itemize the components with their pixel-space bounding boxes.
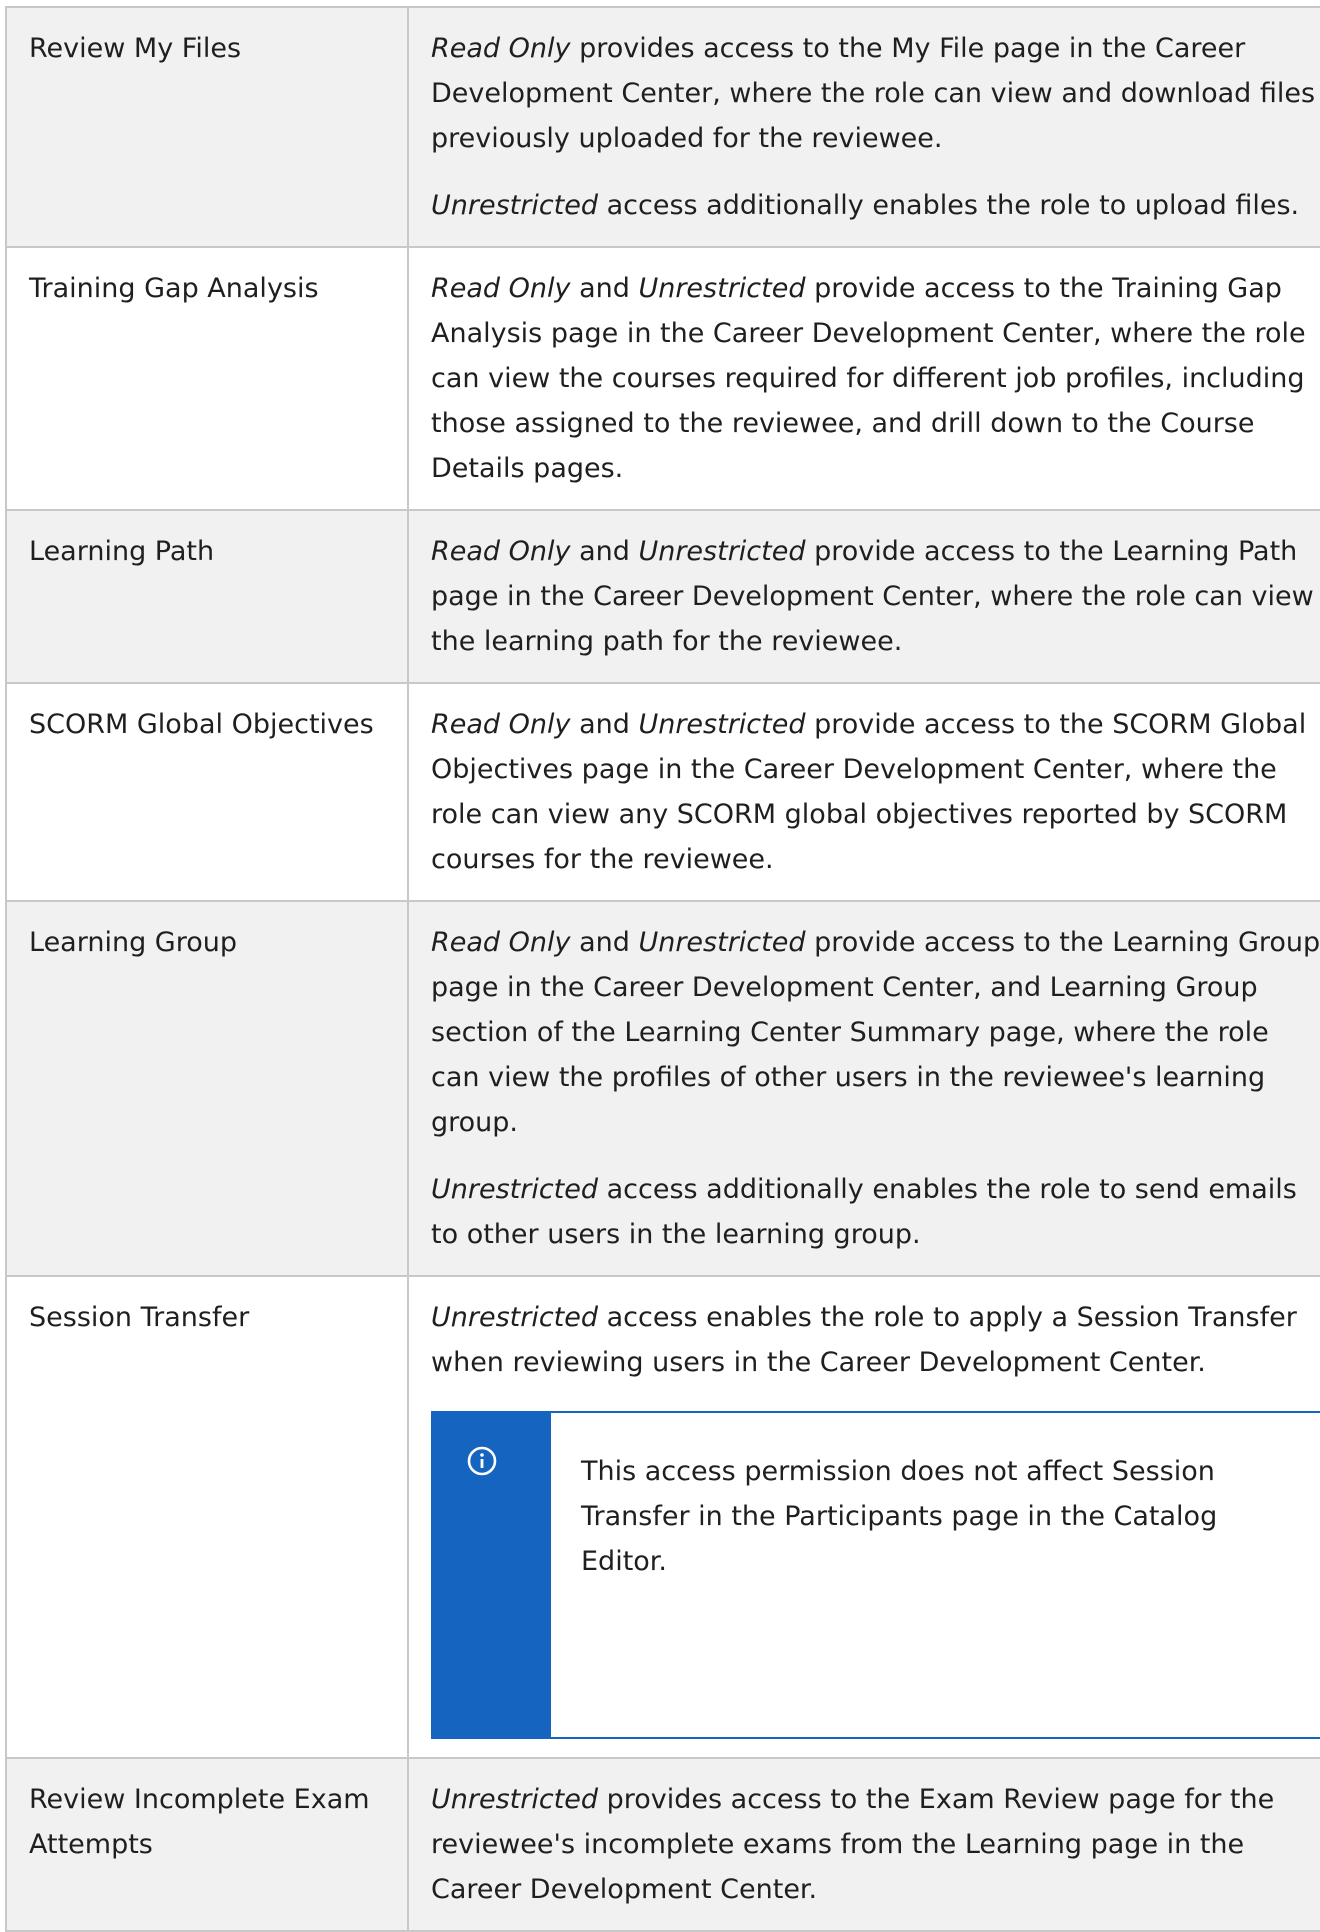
description-text: and xyxy=(570,927,639,958)
permission-name-cell: Learning Path xyxy=(5,509,409,684)
access-level-term: Read Only xyxy=(431,709,571,740)
description-paragraph: Read Only and Unrestricted provide acces… xyxy=(431,702,1320,882)
permission-description-cell: Read Only and Unrestricted provide acces… xyxy=(407,900,1320,1277)
description-paragraph: Read Only and Unrestricted provide acces… xyxy=(431,529,1320,664)
table-row: Training Gap Analysis Read Only and Unres… xyxy=(5,246,1320,511)
permission-name-cell: Session Transfer xyxy=(5,1275,409,1759)
access-level-term: Unrestricted xyxy=(431,1302,599,1333)
description-text: and xyxy=(570,273,639,304)
permission-name-cell: Review Incomplete Exam Attempts xyxy=(5,1757,409,1932)
info-icon xyxy=(467,1446,497,1476)
permission-name-cell: Review My Files xyxy=(5,6,409,248)
access-level-term: Read Only xyxy=(431,273,571,304)
access-level-term: Read Only xyxy=(431,536,571,567)
permission-name: Review Incomplete Exam Attempts xyxy=(29,1784,370,1860)
permission-name: Session Transfer xyxy=(29,1302,250,1333)
access-level-term: Unrestricted xyxy=(431,1174,599,1205)
table-row: Learning Path Read Only and Unrestricted … xyxy=(5,509,1320,684)
permission-name-cell: Learning Group xyxy=(5,900,409,1277)
description-paragraph: Read Only and Unrestricted provide acces… xyxy=(431,920,1320,1145)
access-level-term: Unrestricted xyxy=(431,1784,599,1815)
permission-description-cell: Unrestricted provides access to the Exam… xyxy=(407,1757,1320,1932)
table-row: Review Incomplete Exam Attempts Unrestric… xyxy=(5,1757,1320,1932)
description-text: and xyxy=(570,709,639,740)
permission-name-cell: SCORM Global Objectives xyxy=(5,682,409,902)
permission-description-cell: Read Only and Unrestricted provide acces… xyxy=(407,509,1320,684)
permission-description-cell: Read Only and Unrestricted provide acces… xyxy=(407,682,1320,902)
permissions-table: Review My Files Read Only provides access… xyxy=(5,6,1320,1932)
access-level-term: Unrestricted xyxy=(431,190,599,221)
permission-description-cell: Read Only provides access to the My File… xyxy=(407,6,1320,248)
permission-description-cell: Read Only and Unrestricted provide acces… xyxy=(407,246,1320,511)
description-paragraph: Read Only and Unrestricted provide acces… xyxy=(431,266,1320,491)
table-row: Review My Files Read Only provides access… xyxy=(5,6,1320,248)
access-level-term: Unrestricted xyxy=(638,927,806,958)
permission-name: Training Gap Analysis xyxy=(29,273,319,304)
info-note: This access permission does not affect S… xyxy=(431,1411,1320,1739)
table-row: Session Transfer Unrestricted access enab… xyxy=(5,1275,1320,1759)
description-text: provide access to the Learning Group pag… xyxy=(431,927,1320,1138)
permission-name-cell: Training Gap Analysis xyxy=(5,246,409,511)
description-paragraph: Unrestricted access additionally enables… xyxy=(431,183,1320,228)
permission-description-cell: Unrestricted access enables the role to … xyxy=(407,1275,1320,1759)
description-text: and xyxy=(570,536,639,567)
permission-name: Learning Path xyxy=(29,536,215,567)
description-paragraph: Unrestricted access additionally enables… xyxy=(431,1167,1320,1257)
table-row: SCORM Global Objectives Read Only and Unr… xyxy=(5,682,1320,902)
permission-name: SCORM Global Objectives xyxy=(29,709,374,740)
access-level-term: Read Only xyxy=(431,927,571,958)
description-paragraph: Read Only provides access to the My File… xyxy=(431,26,1320,161)
access-level-term: Unrestricted xyxy=(638,536,806,567)
permission-name: Review My Files xyxy=(29,33,242,64)
table-row: Learning Group Read Only and Unrestricted… xyxy=(5,900,1320,1277)
access-level-term: Unrestricted xyxy=(638,273,806,304)
description-text: access additionally enables the role to … xyxy=(598,190,1300,221)
description-paragraph: Unrestricted access enables the role to … xyxy=(431,1295,1320,1385)
access-level-term: Unrestricted xyxy=(638,709,806,740)
description-paragraph: Unrestricted provides access to the Exam… xyxy=(431,1777,1320,1912)
info-note-bar xyxy=(431,1413,551,1737)
access-level-term: Read Only xyxy=(431,33,571,64)
permissions-table-body: Review My Files Read Only provides access… xyxy=(5,6,1320,1932)
permission-name: Learning Group xyxy=(29,927,237,958)
description-text: provide access to the Training Gap Analy… xyxy=(431,273,1306,484)
info-note-text: This access permission does not affect S… xyxy=(581,1456,1218,1577)
